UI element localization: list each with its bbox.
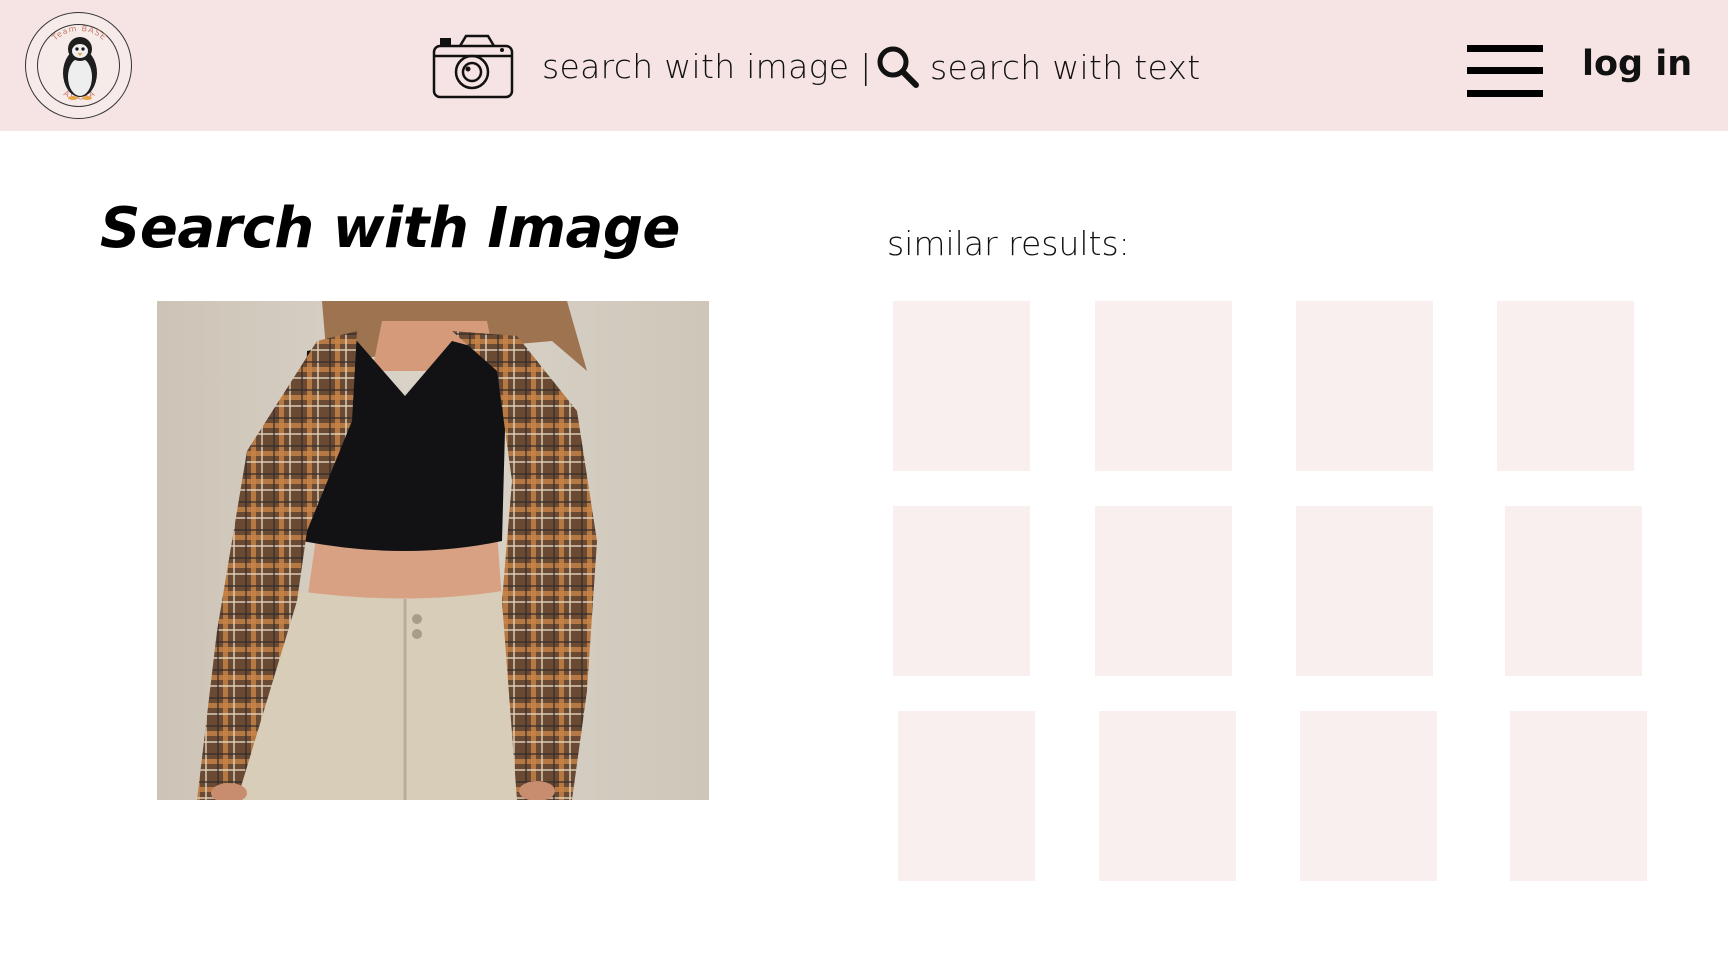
result-tile[interactable] [893,506,1030,676]
result-tile[interactable] [1296,301,1433,471]
search-with-image-label: search with image | [542,46,872,86]
camera-icon [432,34,514,99]
outfit-photo [157,301,709,800]
search-with-image-link[interactable]: search with image | [432,32,872,100]
result-tile[interactable] [1095,301,1232,471]
menu-bar-middle [1467,67,1543,74]
hamburger-menu-icon[interactable] [1467,45,1543,97]
result-tile[interactable] [1497,301,1634,471]
login-button[interactable]: log in [1582,44,1692,84]
query-image [157,301,709,800]
result-tile[interactable] [898,711,1035,881]
result-tile[interactable] [1095,506,1232,676]
result-tile[interactable] [893,301,1030,471]
result-tile[interactable] [1510,711,1647,881]
search-with-text-label: search with text [930,47,1201,87]
penguin-icon [63,37,97,100]
menu-bar-top [1467,45,1543,52]
search-with-text-link[interactable]: search with text [876,42,1201,92]
result-tile[interactable] [1296,506,1433,676]
similar-results-label: similar results: [887,224,1130,263]
team-base-logo[interactable]: Team BASE AT CSA [25,12,132,119]
top-navigation-bar: Team BASE AT CSA [0,0,1728,131]
result-tile[interactable] [1099,711,1236,881]
search-icon [877,46,919,88]
page-title: Search with Image [100,196,680,261]
menu-bar-bottom [1467,90,1543,97]
result-tile[interactable] [1505,506,1642,676]
result-tile[interactable] [1300,711,1437,881]
